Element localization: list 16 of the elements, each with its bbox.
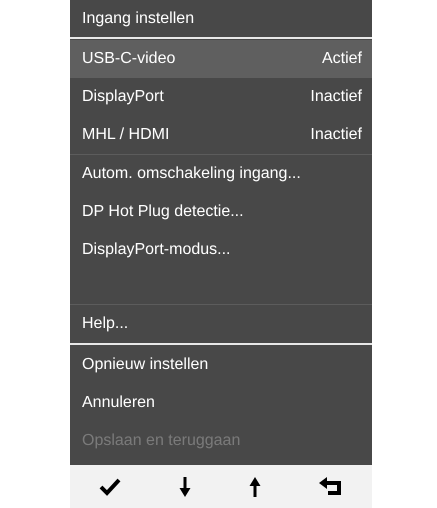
menu-item[interactable]: MHL / HDMI Inactief	[70, 116, 372, 154]
status-text: Inactief	[310, 125, 362, 145]
menu-item[interactable]: DP Hot Plug detectie...	[82, 200, 244, 224]
menu-item[interactable]: DisplayPort Inactief	[70, 78, 372, 116]
input-label: USB-C-video	[82, 49, 176, 69]
status-text: Actief	[322, 49, 362, 69]
menu-item[interactable]: Autom. omschakeling ingang...	[82, 162, 301, 186]
input-label: DisplayPort	[82, 87, 164, 107]
menu-item[interactable]: Help...	[82, 312, 128, 336]
menu-item[interactable]: DisplayPort-modus...	[82, 238, 230, 262]
status-text: Inactief	[310, 87, 362, 107]
menu-title: Ingang instellen	[82, 8, 194, 28]
menu-item[interactable]: Opnieuw instellen	[82, 353, 208, 377]
menu-item[interactable]: USB-C-video Actief	[70, 40, 372, 78]
input-label: MHL / HDMI	[82, 125, 170, 145]
menu-item[interactable]: Annuleren	[82, 391, 155, 415]
